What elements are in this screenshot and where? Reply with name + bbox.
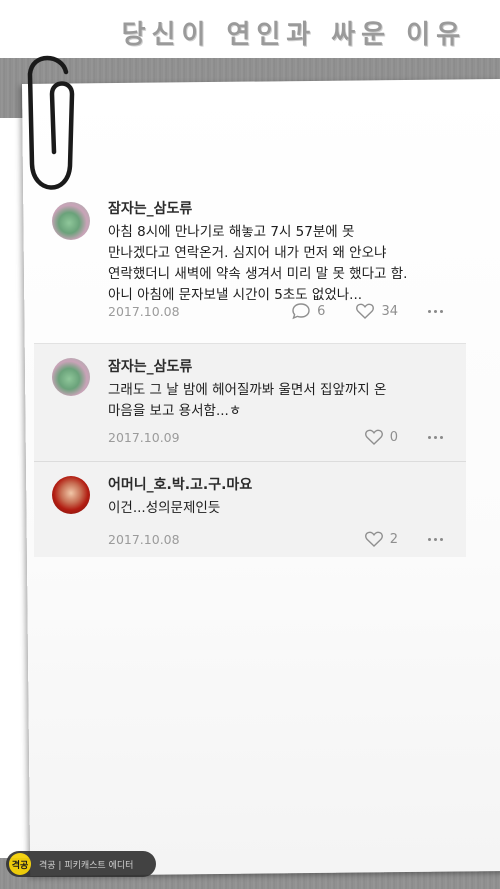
- comment-author[interactable]: 잠자는_삼도류: [108, 344, 466, 376]
- heart-icon: [364, 429, 383, 445]
- comment-author[interactable]: 잠자는_삼도류: [108, 188, 466, 218]
- comment-meta: 2017.10.08 6 34: [108, 301, 446, 321]
- watermark-text: 격공 | 피키캐스트 에디터: [39, 860, 134, 871]
- more-dots-icon[interactable]: [428, 309, 446, 313]
- heart-icon: [364, 531, 383, 547]
- like-count: 34: [381, 303, 398, 319]
- watermark-badge: 격공 격공 | 피키캐스트 에디터: [6, 851, 156, 877]
- comment-date: 2017.10.08: [108, 303, 180, 319]
- more-dots-icon[interactable]: [428, 537, 446, 541]
- like-button[interactable]: 2: [364, 530, 398, 548]
- like-count: 2: [389, 531, 398, 547]
- like-button[interactable]: 34: [355, 302, 398, 320]
- like-count: 0: [389, 429, 398, 445]
- reply-button[interactable]: 6: [291, 302, 325, 320]
- comment-item: 어머니_호.박.고.구.마요 이건...성의문제인듯 2017.10.08 2: [34, 461, 466, 557]
- comment-meta: 2017.10.08 2: [108, 529, 446, 549]
- comment-date: 2017.10.09: [108, 429, 180, 445]
- more-dots-icon[interactable]: [428, 435, 446, 439]
- comment-text: 이건...성의문제인듯: [108, 500, 221, 516]
- avatar[interactable]: [52, 202, 90, 240]
- comment-item: 잠자는_삼도류 그래도 그 날 밤에 헤어질까봐 울면서 집앞까지 온 마음을 …: [34, 343, 466, 461]
- avatar[interactable]: [52, 476, 90, 514]
- heart-icon: [356, 303, 375, 319]
- avatar[interactable]: [52, 358, 90, 396]
- comment-meta: 2017.10.09 0: [108, 427, 446, 447]
- paperclip-icon: [27, 55, 75, 190]
- comment-text: 아침 8시에 만나기로 해놓고 7시 57분에 못 만나겠다고 연락온거. 심지…: [108, 224, 408, 303]
- page-title: 당신이 연인과 싸운 이유: [121, 20, 466, 50]
- speech-bubble-icon: [292, 303, 310, 320]
- reply-count: 6: [317, 303, 326, 319]
- comment-author[interactable]: 어머니_호.박.고.구.마요: [108, 462, 466, 494]
- comment-list: 잠자는_삼도류 아침 8시에 만나기로 해놓고 7시 57분에 못 만나겠다고 …: [34, 188, 466, 557]
- comment-item: 잠자는_삼도류 아침 8시에 만나기로 해놓고 7시 57분에 못 만나겠다고 …: [34, 188, 466, 343]
- comment-date: 2017.10.08: [108, 531, 180, 547]
- like-button[interactable]: 0: [364, 428, 398, 446]
- watermark-logo: 격공: [9, 853, 31, 875]
- comment-text: 그래도 그 날 밤에 헤어질까봐 울면서 집앞까지 온 마음을 보고 용서함..…: [108, 382, 387, 419]
